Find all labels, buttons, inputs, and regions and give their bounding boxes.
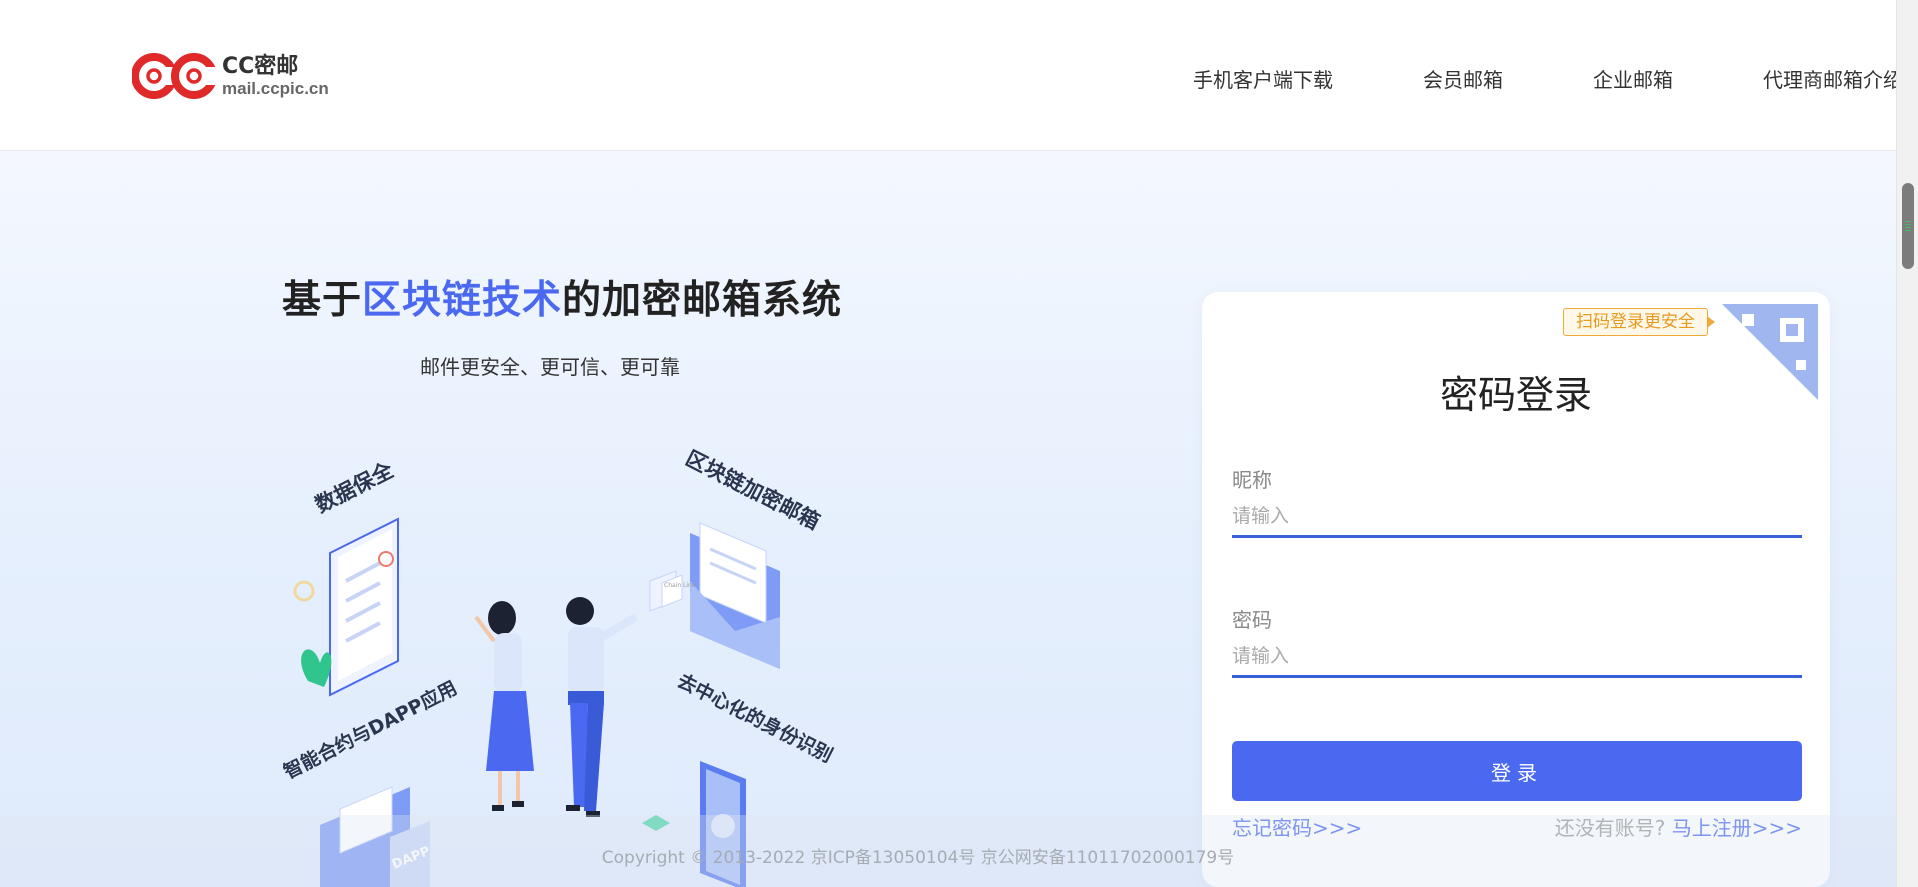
nav-member-mailbox[interactable]: 会员邮箱: [1423, 64, 1503, 93]
nav-enterprise-mailbox[interactable]: 企业邮箱: [1593, 64, 1673, 93]
label-decentralized-identity: 去中心化的身份识别: [674, 669, 837, 767]
cc-logo-icon: [132, 53, 218, 99]
scroll-grip-line: [1905, 224, 1911, 225]
scrollbar-thumb[interactable]: [1902, 183, 1914, 269]
scroll-grip-line: [1905, 227, 1911, 228]
scroll-grip-line: [1905, 221, 1911, 222]
document-icon: [329, 517, 399, 697]
headline-pre: 基于: [282, 278, 363, 323]
man-figure: [566, 597, 639, 817]
plant-icon: [301, 649, 332, 687]
qr-login-tip[interactable]: 扫码登录更安全: [1563, 308, 1715, 336]
woman-figure: [474, 601, 534, 811]
logo-domain: mail.ccpic.cn: [222, 78, 329, 98]
nav-mobile-client-download[interactable]: 手机客户端下载: [1193, 64, 1333, 93]
logo-name: CC密邮: [222, 53, 299, 79]
hero-headline: 基于区块链技术的加密邮箱系统: [282, 269, 842, 325]
chain-cube-icon: Chain Link: [649, 570, 696, 612]
hero-section: 基于区块链技术的加密邮箱系统 邮件更安全、更可信、更可靠 数据保全 区块链加密邮…: [0, 151, 1896, 887]
site-logo[interactable]: CC密邮 mail.ccpic.cn: [132, 48, 342, 104]
scroll-grip-line: [1905, 230, 1911, 231]
login-title: 密码登录: [1439, 373, 1592, 417]
password-input[interactable]: [1232, 637, 1802, 678]
footer-copyright: Copyright © 2013-2022 京ICP备13050104号 京公网…: [601, 848, 1235, 868]
headline-post: 的加密邮箱系统: [562, 278, 843, 323]
nav-agent-mailbox[interactable]: 代理商邮箱介绍: [1763, 64, 1896, 93]
main-nav: 手机客户端下载 会员邮箱 企业邮箱 代理商邮箱介绍: [1193, 56, 1896, 96]
login-button[interactable]: 登录: [1232, 741, 1802, 801]
nickname-label: 昵称: [1232, 468, 1272, 492]
nickname-input[interactable]: [1232, 497, 1802, 538]
envelope-icon: [690, 522, 780, 669]
label-smart-contract-dapp: 智能合约与DAPP应用: [280, 676, 461, 783]
top-header: CC密邮 mail.ccpic.cn 手机客户端下载 会员邮箱 企业邮箱 代理商…: [0, 0, 1896, 151]
login-card: 扫码登录更安全 密码登录 昵称 密码 登录 忘记密码>>> 还没有账号? 马上注…: [1202, 292, 1830, 887]
password-label: 密码: [1232, 608, 1272, 632]
chain-link-label: Chain Link: [664, 582, 696, 589]
page-scrollbar[interactable]: [1896, 0, 1918, 887]
headline-highlight: 区块链技术: [362, 278, 563, 323]
hero-subline: 邮件更安全、更可信、更可靠: [420, 355, 680, 379]
label-data-preservation: 数据保全: [311, 457, 398, 517]
label-blockchain-mailbox: 区块链加密邮箱: [682, 446, 824, 534]
gear-icon: [293, 580, 315, 602]
